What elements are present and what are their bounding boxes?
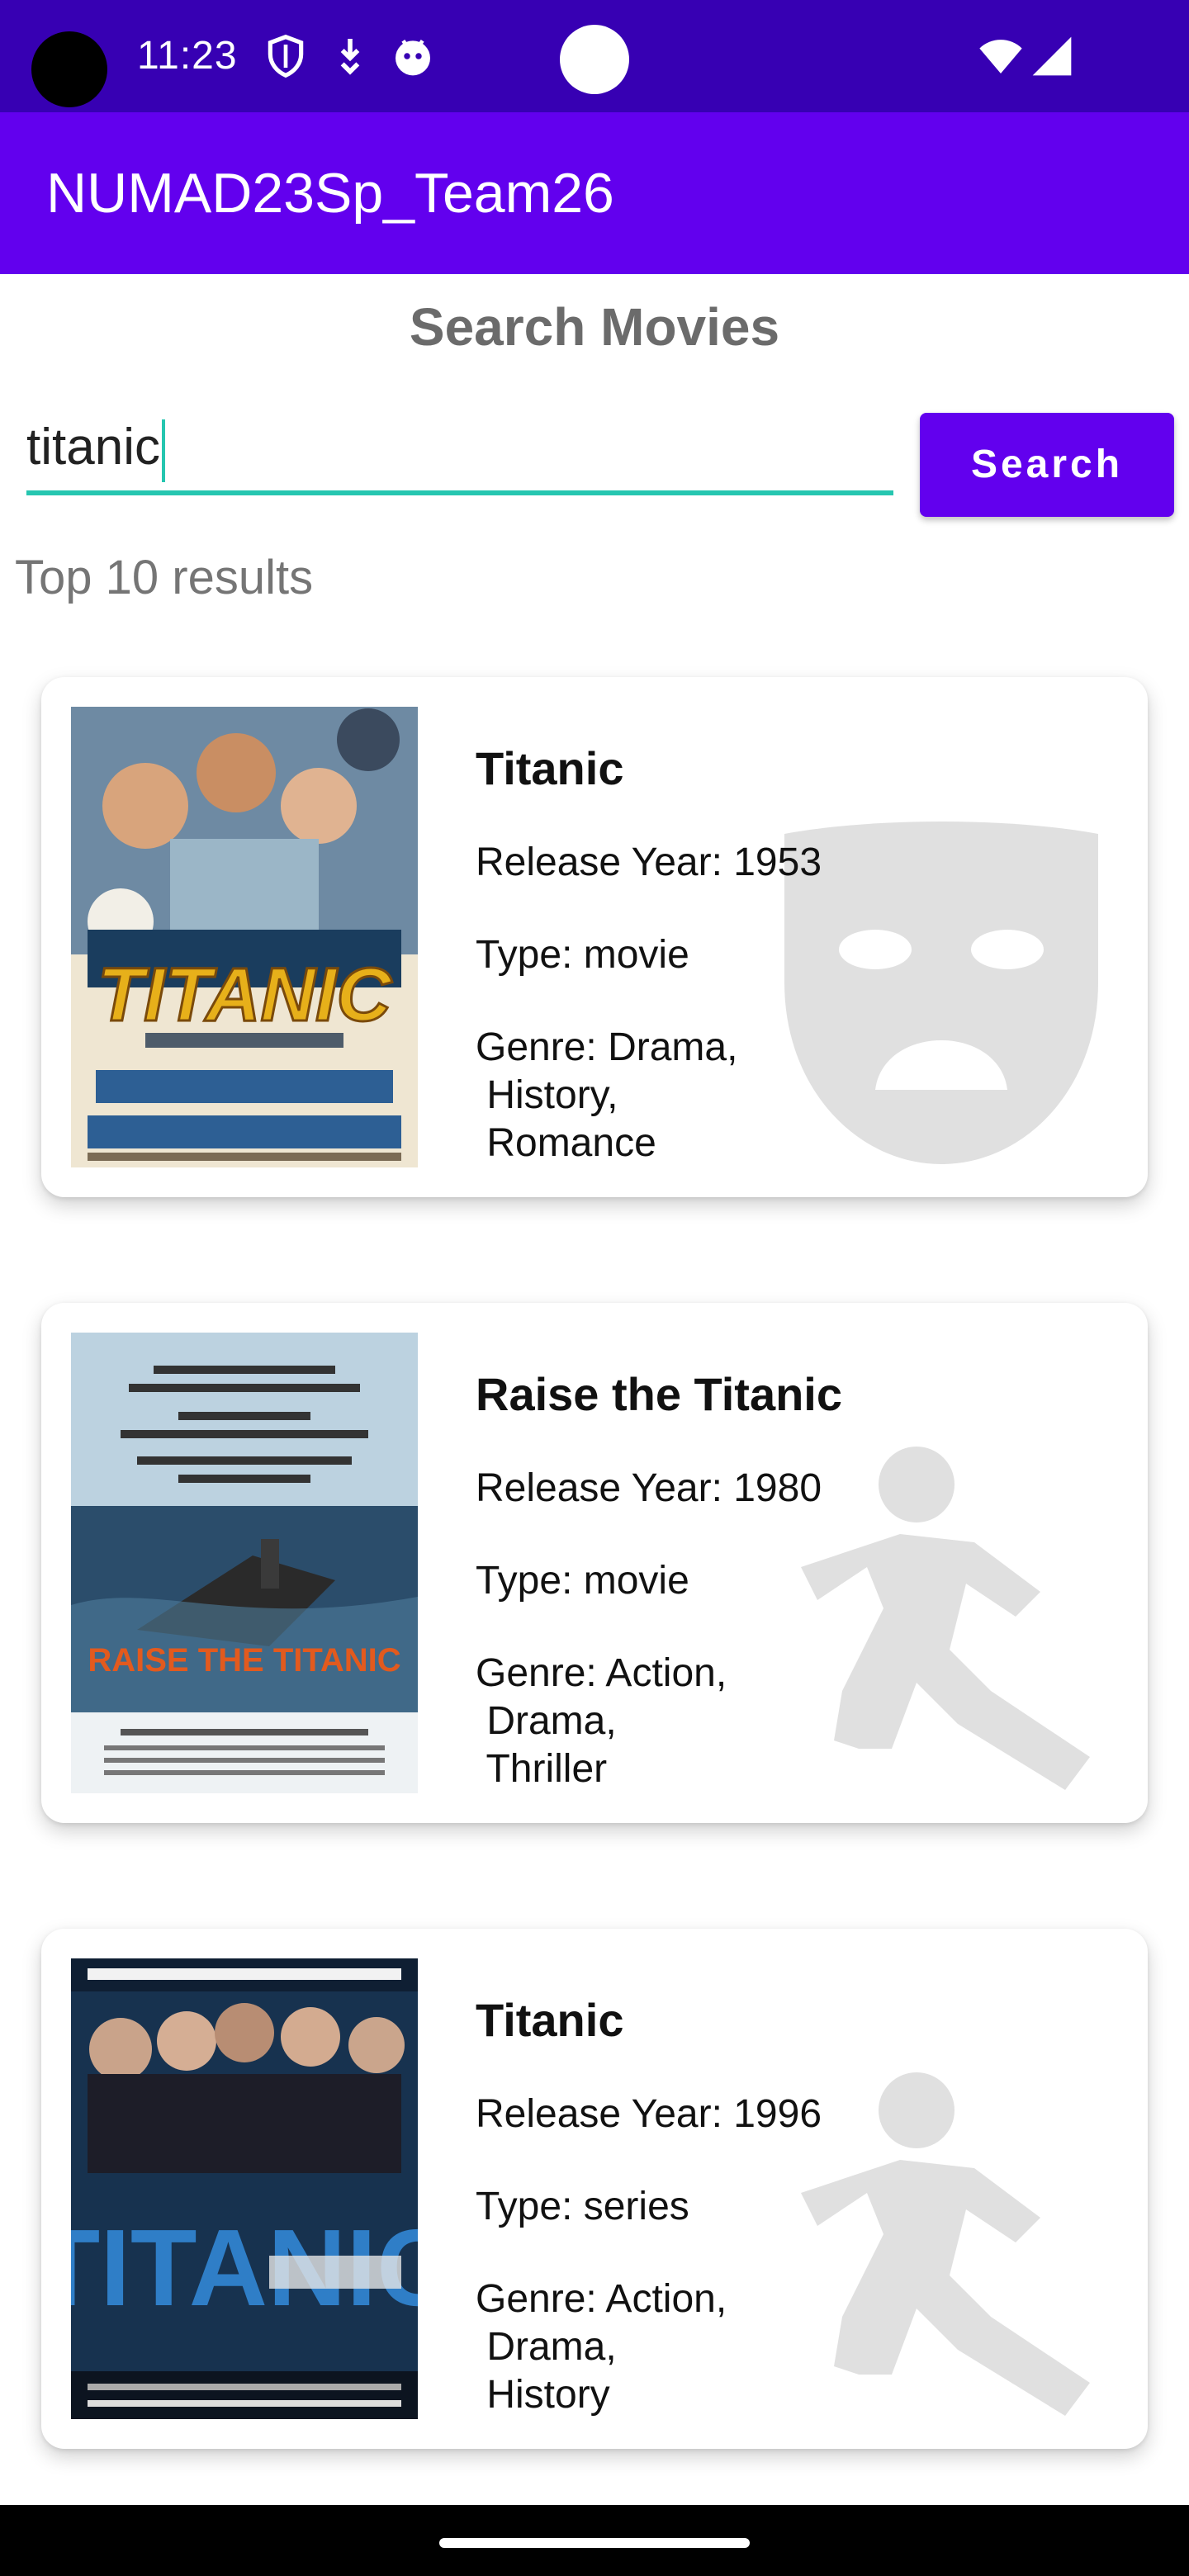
movie-type: Type: movie bbox=[476, 933, 689, 977]
signal-icon bbox=[1029, 33, 1075, 79]
release-year: Release Year: 1980 bbox=[476, 1466, 822, 1510]
android-icon bbox=[390, 33, 436, 79]
wifi-icon bbox=[978, 33, 1024, 79]
movie-title: Titanic bbox=[476, 742, 624, 794]
app-bar: NUMAD23Sp_Team26 bbox=[0, 112, 1189, 274]
page-title: Search Movies bbox=[409, 297, 780, 357]
download-icon bbox=[327, 33, 373, 79]
running-person-icon bbox=[776, 1443, 1106, 1790]
movie-title: Titanic bbox=[476, 1994, 624, 2046]
home-gesture-handle[interactable] bbox=[439, 2538, 750, 2548]
movie-card[interactable]: TITANIC Titanic Release Year: 1953 Type:… bbox=[41, 677, 1148, 1197]
svg-text:RAISE THE TITANIC: RAISE THE TITANIC bbox=[88, 1642, 400, 1679]
front-sensor bbox=[560, 25, 629, 94]
drama-mask-icon bbox=[776, 817, 1106, 1164]
movie-card[interactable]: RAISE THE TITANIC Raise the Titanic Rele… bbox=[41, 1303, 1148, 1823]
release-year: Release Year: 1953 bbox=[476, 841, 822, 884]
genre-line: History bbox=[476, 2373, 610, 2417]
genre-line: History, bbox=[476, 1073, 618, 1117]
genre-line: Drama, bbox=[476, 2325, 617, 2369]
genre-line: Genre: Drama, bbox=[476, 1025, 738, 1069]
svg-text:TITANIC: TITANIC bbox=[97, 953, 393, 1037]
search-input-value: titanic bbox=[26, 419, 160, 476]
movie-poster: TITANIC bbox=[71, 1958, 418, 2419]
movie-type: Type: movie bbox=[476, 1559, 689, 1603]
movie-title: Raise the Titanic bbox=[476, 1368, 843, 1420]
release-year: Release Year: 1996 bbox=[476, 2092, 822, 2136]
camera-cutout bbox=[31, 31, 107, 107]
movie-type: Type: series bbox=[476, 2185, 689, 2228]
app-title: NUMAD23Sp_Team26 bbox=[46, 162, 614, 225]
text-cursor bbox=[161, 419, 165, 482]
genre-line: Thriller bbox=[476, 1747, 608, 1791]
movie-card[interactable]: TITANIC Titanic Release Year: 1996 Type:… bbox=[41, 1929, 1148, 2449]
genre-line: Genre: Action, bbox=[476, 1651, 727, 1695]
genre-line: Genre: Action, bbox=[476, 2277, 727, 2321]
status-time: 11:23 bbox=[137, 34, 238, 78]
movie-poster: TITANIC bbox=[71, 707, 418, 1167]
genre-line: Drama, bbox=[476, 1699, 617, 1743]
search-input[interactable]: titanic bbox=[26, 413, 893, 495]
running-person-icon bbox=[776, 2069, 1106, 2416]
genre-line: Romance bbox=[476, 1121, 656, 1165]
shield-icon bbox=[263, 33, 309, 79]
search-button[interactable]: Search bbox=[920, 413, 1174, 517]
movie-poster: RAISE THE TITANIC bbox=[71, 1333, 418, 1793]
status-bar: 11:23 bbox=[0, 0, 1189, 112]
results-label: Top 10 results bbox=[15, 551, 314, 604]
